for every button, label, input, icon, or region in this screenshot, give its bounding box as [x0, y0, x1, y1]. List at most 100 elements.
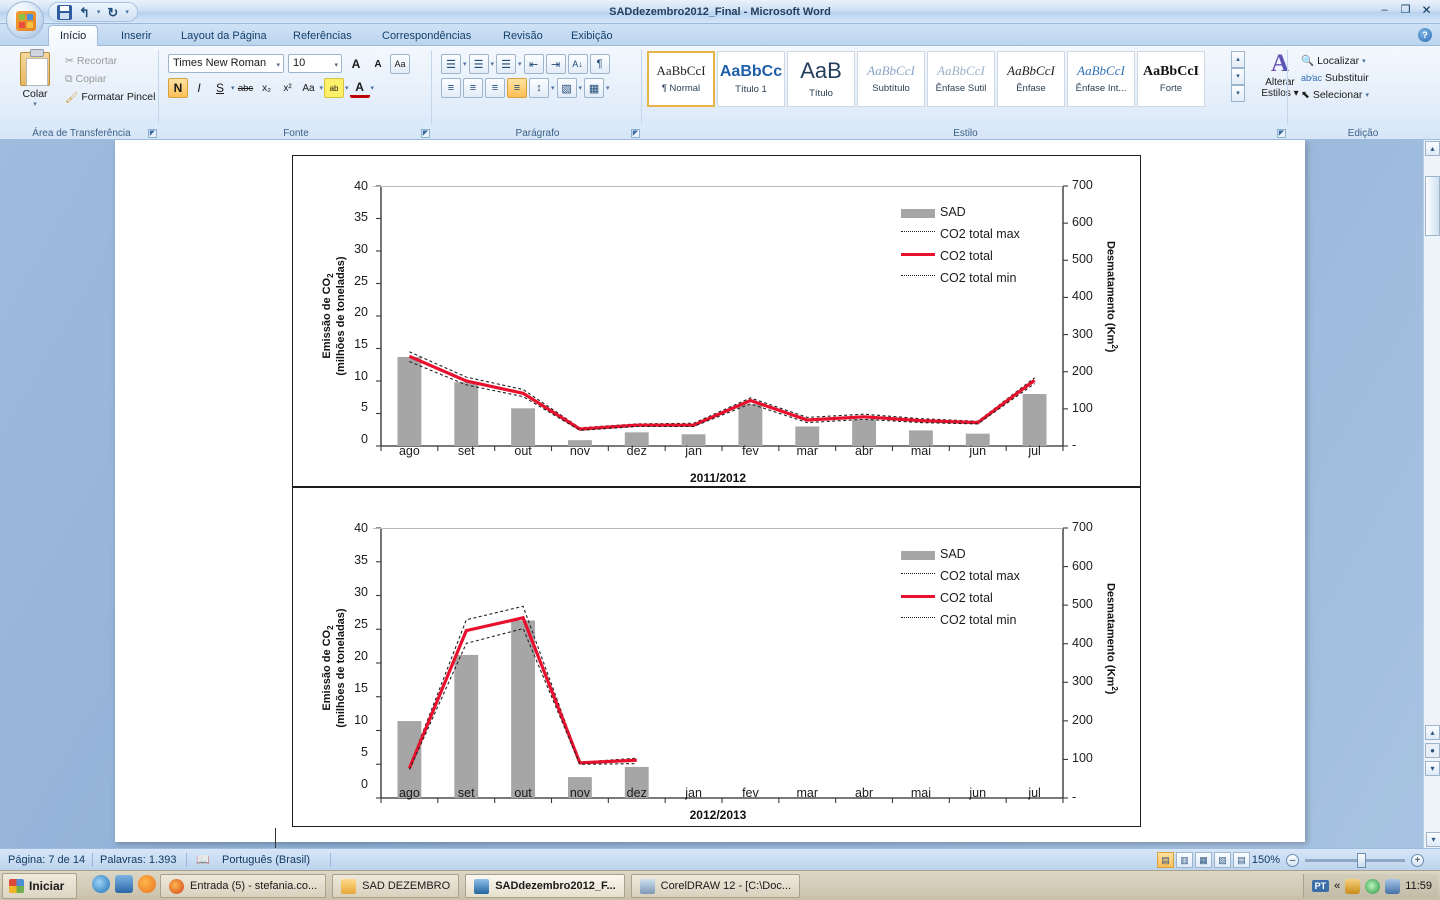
cut-button[interactable]: ✂ Recortar: [62, 52, 158, 70]
align-right-button[interactable]: ≡: [485, 78, 505, 98]
maximize-button[interactable]: ❐: [1396, 2, 1415, 17]
bullets-button[interactable]: ☰: [441, 54, 461, 74]
tab-revisao[interactable]: Revisão: [492, 26, 554, 46]
select-button[interactable]: ⬉ Selecionar ▾: [1298, 88, 1372, 102]
scroll-down-icon[interactable]: ▾: [1426, 832, 1440, 847]
network-icon[interactable]: [1385, 878, 1401, 894]
superscript-button[interactable]: x²: [278, 78, 298, 98]
qat-customize-icon[interactable]: ▾: [125, 8, 129, 16]
font-color-button[interactable]: A: [349, 78, 370, 98]
shading-dropdown-icon[interactable]: ▾: [579, 84, 583, 92]
taskbar-item-coreldraw[interactable]: CorelDRAW 12 - [C:\Doc...: [630, 874, 801, 898]
chart-frame-2012-2013[interactable]: Emissão de CO2 (milhões de toneladas) 40…: [292, 487, 1141, 827]
help-icon[interactable]: ?: [1418, 28, 1432, 42]
zoom-slider-thumb[interactable]: [1357, 852, 1366, 868]
multilevel-list-button[interactable]: ☰: [496, 54, 517, 74]
change-case-dropdown-icon[interactable]: ▾: [320, 84, 324, 92]
clear-formatting-button[interactable]: Aa: [390, 54, 410, 74]
shrink-font-button[interactable]: A: [368, 54, 388, 74]
line-spacing-dropdown-icon[interactable]: ▾: [551, 84, 555, 92]
select-dropdown-icon[interactable]: ▾: [1365, 91, 1369, 99]
line-spacing-button[interactable]: ↕: [529, 78, 549, 98]
java-icon[interactable]: [1345, 878, 1361, 894]
numbering-button[interactable]: ☰: [468, 54, 489, 74]
styles-scroll-up-icon[interactable]: ▴: [1231, 51, 1245, 68]
undo-icon[interactable]: ↰: [79, 5, 90, 20]
scrollbar-thumb[interactable]: [1425, 176, 1440, 236]
tab-layout-da-pagina[interactable]: Layout da Página: [170, 26, 278, 46]
justify-button[interactable]: ≡: [507, 78, 527, 98]
vertical-scrollbar[interactable]: ▴ ▴ ● ▾ ▾: [1423, 140, 1440, 848]
media-player-icon[interactable]: [138, 875, 156, 893]
style-enfase-intensa[interactable]: AaBbCcI Ênfase Int...: [1067, 51, 1135, 107]
internet-explorer-icon[interactable]: [92, 875, 110, 893]
find-button[interactable]: 🔍 Localizar ▾: [1298, 53, 1372, 68]
style-normal[interactable]: AaBbCcI ¶ Normal: [647, 51, 715, 107]
shading-button[interactable]: ▧: [556, 78, 577, 98]
outline-icon[interactable]: ▧: [1214, 852, 1231, 868]
disc-icon[interactable]: [1365, 878, 1381, 894]
styles-more-icon[interactable]: ▾: [1231, 85, 1245, 102]
change-case-button[interactable]: Aa: [299, 78, 319, 98]
web-layout-icon[interactable]: ▦: [1195, 852, 1212, 868]
font-size-caret-icon[interactable]: ▾: [334, 61, 338, 69]
language-indicator[interactable]: PT: [1311, 880, 1330, 892]
status-words[interactable]: Palavras: 1.393: [100, 849, 176, 871]
document-canvas[interactable]: Emissão de CO2 (milhões de toneladas) 40…: [0, 140, 1440, 848]
font-name-input[interactable]: Times New Roman ▾: [168, 54, 284, 73]
sort-button[interactable]: A↓: [567, 54, 588, 74]
zoom-out-button[interactable]: –: [1286, 853, 1299, 867]
start-button[interactable]: Iniciar: [2, 873, 78, 899]
taskbar-item-folder[interactable]: SAD DEZEMBRO: [332, 874, 460, 898]
paste-dropdown-icon[interactable]: ▾: [12, 100, 58, 108]
undo-dropdown-icon[interactable]: ▾: [97, 8, 101, 16]
tab-referencias[interactable]: Referências: [282, 26, 363, 46]
numbering-dropdown-icon[interactable]: ▾: [491, 60, 495, 68]
status-page[interactable]: Página: 7 de 14: [8, 849, 85, 871]
draft-icon[interactable]: ▤: [1233, 852, 1250, 868]
show-formatting-marks-button[interactable]: ¶: [589, 54, 610, 74]
grow-font-button[interactable]: A: [346, 54, 366, 74]
decrease-indent-button[interactable]: ⇤: [523, 54, 544, 74]
italic-button[interactable]: I: [189, 78, 209, 98]
format-painter-button[interactable]: 🖌 Formatar Pincel: [62, 88, 158, 106]
underline-button[interactable]: S: [210, 78, 230, 98]
clock[interactable]: 11:59: [1405, 880, 1432, 892]
outlook-icon[interactable]: [115, 875, 133, 893]
style-enfase-sutil[interactable]: AaBbCcI Ênfase Sutil: [927, 51, 995, 107]
full-screen-reading-icon[interactable]: ▥: [1176, 852, 1193, 868]
chart-frame-2011-2012[interactable]: Emissão de CO2 (milhões de toneladas) 40…: [292, 155, 1141, 487]
paragraph-dialog-launcher[interactable]: ◤: [631, 129, 640, 138]
find-dropdown-icon[interactable]: ▾: [1362, 57, 1366, 65]
zoom-level[interactable]: 150%: [1252, 854, 1280, 866]
align-center-button[interactable]: ≡: [463, 78, 483, 98]
tray-expand-icon[interactable]: «: [1334, 880, 1340, 892]
tab-correspondencias[interactable]: Correspondências: [371, 26, 482, 46]
font-name-caret-icon[interactable]: ▾: [276, 61, 280, 69]
clipboard-dialog-launcher[interactable]: ◤: [148, 129, 157, 138]
tab-exibicao[interactable]: Exibição: [560, 26, 624, 46]
status-language[interactable]: Português (Brasil): [222, 849, 310, 871]
paste-button[interactable]: Colar ▾: [12, 49, 58, 108]
align-left-button[interactable]: ≡: [441, 78, 461, 98]
styles-scroll-down-icon[interactable]: ▾: [1231, 68, 1245, 85]
highlight-dropdown-icon[interactable]: ▾: [345, 84, 349, 92]
document-page[interactable]: Emissão de CO2 (milhões de toneladas) 40…: [115, 140, 1305, 848]
scroll-up-icon[interactable]: ▴: [1425, 141, 1440, 156]
bullets-dropdown-icon[interactable]: ▾: [463, 60, 467, 68]
tab-inserir[interactable]: Inserir: [110, 26, 163, 46]
replace-button[interactable]: ab⁄ac Substituir: [1298, 71, 1372, 85]
underline-dropdown-icon[interactable]: ▾: [231, 84, 235, 92]
print-layout-icon[interactable]: ▤: [1157, 852, 1174, 868]
zoom-slider[interactable]: [1305, 852, 1405, 868]
minimize-button[interactable]: –: [1375, 2, 1394, 17]
copy-button[interactable]: ⧉ Copiar: [62, 70, 158, 88]
styles-dialog-launcher[interactable]: ◤: [1277, 129, 1286, 138]
bold-button[interactable]: N: [168, 78, 188, 98]
font-dialog-launcher[interactable]: ◤: [421, 129, 430, 138]
save-icon[interactable]: [57, 4, 72, 20]
increase-indent-button[interactable]: ⇥: [545, 54, 566, 74]
borders-dropdown-icon[interactable]: ▾: [606, 84, 610, 92]
font-size-input[interactable]: 10 ▾: [288, 54, 342, 73]
select-browse-object-icon[interactable]: ●: [1425, 743, 1440, 758]
